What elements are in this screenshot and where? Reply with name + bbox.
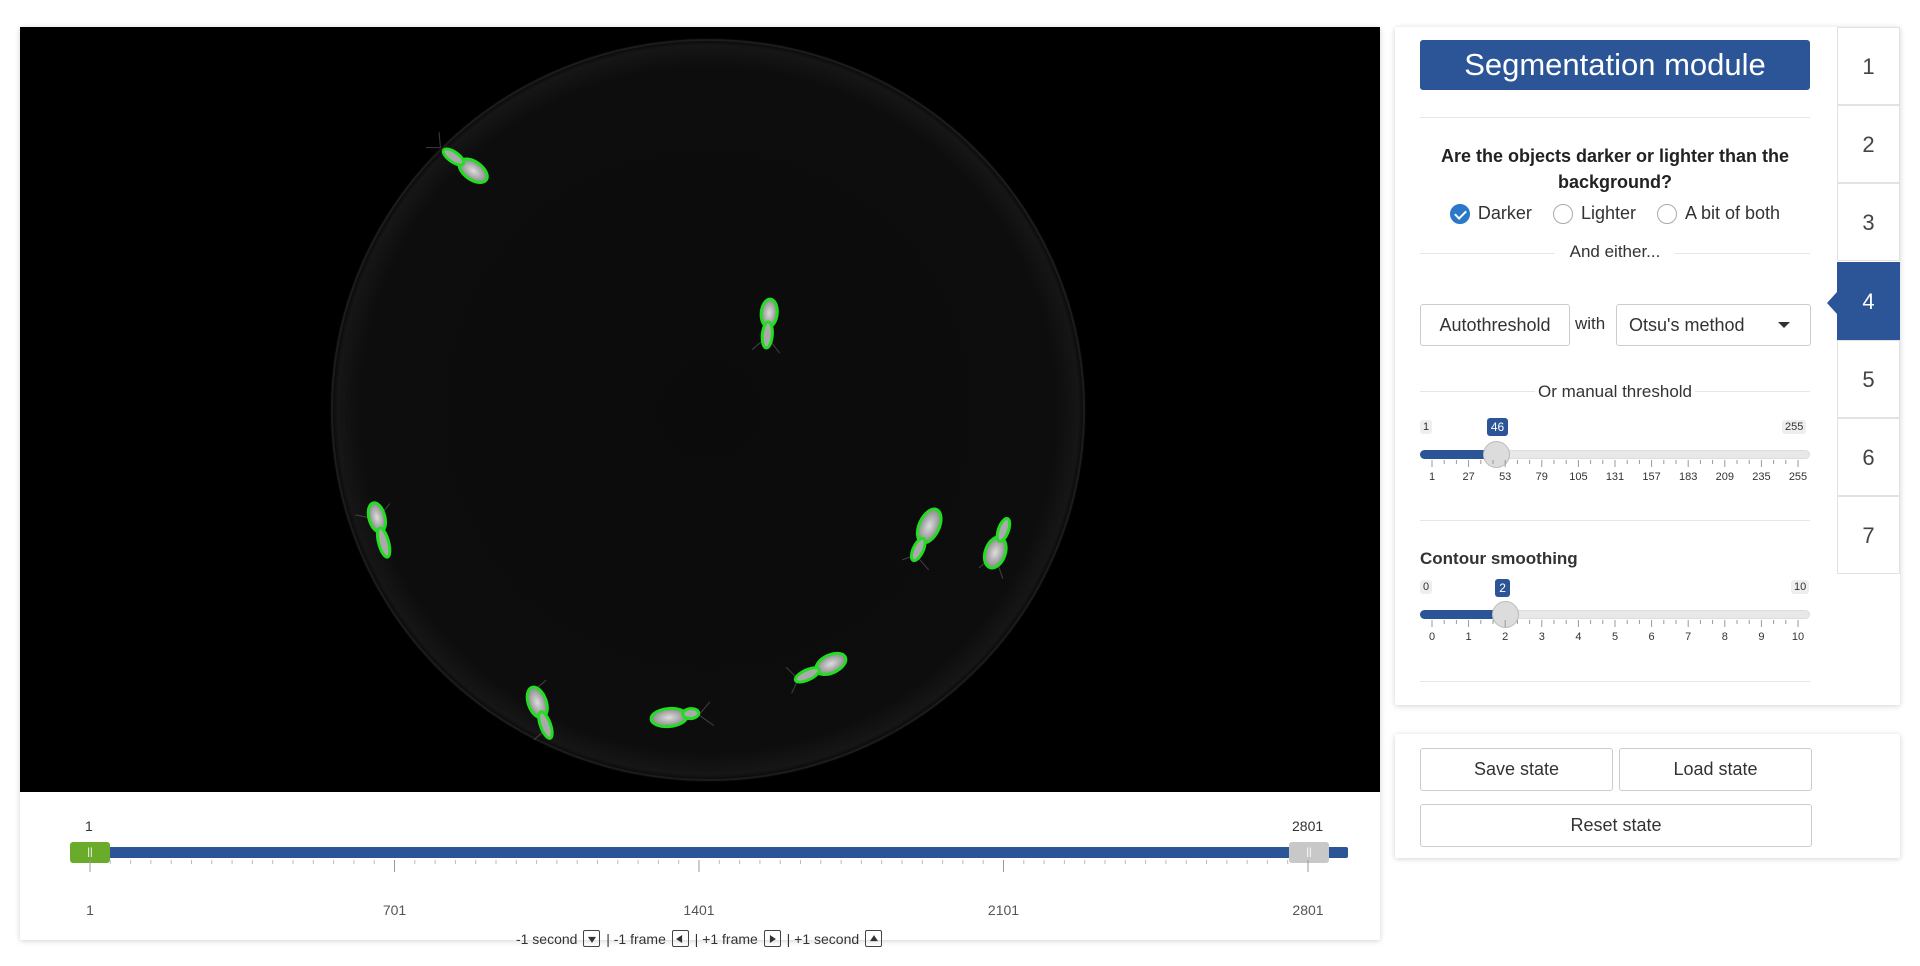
slider-tick-label: 183 bbox=[1679, 471, 1698, 483]
slider-max: 10 bbox=[1791, 580, 1810, 594]
timeline-tick-label: 1 bbox=[86, 902, 94, 918]
step-tab-3[interactable]: 3 bbox=[1837, 183, 1900, 261]
timeline-ticks bbox=[89, 860, 1309, 872]
divider bbox=[1420, 520, 1810, 521]
radio-circle-icon[interactable] bbox=[1657, 204, 1677, 224]
state-panel: Save state Load state Reset state bbox=[1395, 734, 1900, 858]
separator: | bbox=[606, 931, 610, 947]
with-label: with bbox=[1575, 314, 1606, 333]
radio-label: Darker bbox=[1477, 203, 1532, 223]
plus-frame-label: +1 frame bbox=[702, 931, 758, 947]
step-tab-5[interactable]: 5 bbox=[1837, 340, 1900, 418]
radio-label: A bit of both bbox=[1685, 203, 1781, 223]
slider-tick-label: 1 bbox=[1465, 631, 1472, 643]
step-tab-2[interactable]: 2 bbox=[1837, 105, 1900, 183]
slider-ticks bbox=[1431, 460, 1799, 467]
video-panel: 1 2801 || || 1 701 1401 2101 2801 -1 sec… bbox=[20, 27, 1380, 947]
checkmark-icon[interactable] bbox=[1449, 204, 1470, 224]
timeline-start-value: 1 bbox=[85, 818, 93, 834]
slider-tick-label: 105 bbox=[1569, 471, 1588, 483]
slider-tick-label: 10 bbox=[1791, 631, 1805, 643]
autothreshold-button[interactable]: Autothreshold bbox=[1420, 304, 1570, 346]
slider-tick-label: 235 bbox=[1752, 471, 1771, 483]
step-tab-7[interactable]: 7 bbox=[1837, 496, 1900, 574]
minus-frame-label: -1 frame bbox=[613, 931, 666, 947]
arrow-down-key-icon[interactable] bbox=[583, 930, 601, 947]
slider-tick-label: 255 bbox=[1788, 471, 1808, 483]
slider-tick-label: 79 bbox=[1535, 471, 1548, 483]
slider-tick-label: 4 bbox=[1575, 631, 1582, 643]
manual-threshold-label: Or manual threshold bbox=[1535, 382, 1695, 402]
timeline-tick-label: 2101 bbox=[987, 902, 1020, 918]
separator: | bbox=[694, 931, 699, 947]
radio-lighter[interactable]: Lighter bbox=[1552, 203, 1636, 224]
contour-smoothing-label: Contour smoothing bbox=[1420, 549, 1578, 568]
divider bbox=[1420, 117, 1810, 118]
slider-tick-label: 9 bbox=[1758, 631, 1765, 643]
separator: | bbox=[786, 931, 791, 947]
radio-label: Lighter bbox=[1580, 203, 1636, 223]
slider-tick-label: 6 bbox=[1648, 631, 1655, 643]
slider-tick-label: 8 bbox=[1721, 631, 1728, 643]
slider-tick-label: 5 bbox=[1611, 631, 1619, 643]
slider-tick-label: 2 bbox=[1502, 631, 1509, 643]
arrow-right-key-icon[interactable] bbox=[763, 930, 781, 947]
select-value: Otsu's method bbox=[1629, 315, 1745, 335]
module-title: Segmentation module bbox=[1420, 40, 1810, 90]
slider-min: 0 bbox=[1420, 580, 1433, 594]
slider-tick-label: 209 bbox=[1715, 471, 1734, 483]
radio-darker[interactable]: Darker bbox=[1449, 203, 1532, 224]
minus-second-label: -1 second bbox=[515, 931, 578, 947]
caret-down-icon bbox=[1778, 322, 1790, 328]
slider-ticks bbox=[1431, 620, 1799, 627]
slider-tick-label: 157 bbox=[1642, 471, 1661, 483]
save-state-button[interactable]: Save state bbox=[1420, 748, 1613, 791]
radio-circle-icon[interactable] bbox=[1552, 204, 1573, 224]
timeline-tick-label: 701 bbox=[382, 902, 407, 918]
slider-tick-label: 7 bbox=[1685, 631, 1692, 643]
slider-value: 2 bbox=[1495, 579, 1510, 597]
threshold-method-select[interactable]: Otsu's method bbox=[1616, 304, 1811, 346]
slider-tick-label: 1 bbox=[1428, 471, 1436, 483]
step-tab-1[interactable]: 1 bbox=[1837, 27, 1900, 105]
slider-min: 1 bbox=[1420, 420, 1433, 434]
slider-tick-label: 53 bbox=[1499, 471, 1512, 483]
load-state-button[interactable]: Load state bbox=[1619, 748, 1812, 791]
frame-timeline: 1 2801 || || 1 701 1401 2101 2801 -1 sec… bbox=[20, 792, 1380, 947]
segmentation-panel: Segmentation module Are the objects dark… bbox=[1395, 27, 1900, 705]
arrow-left-key-icon[interactable] bbox=[671, 930, 689, 947]
slider-tick-label: 131 bbox=[1605, 471, 1625, 483]
step-tab-4[interactable]: 4 bbox=[1837, 262, 1900, 340]
and-either-label: And either... bbox=[1555, 242, 1675, 262]
slider-value: 46 bbox=[1486, 418, 1509, 436]
video-image bbox=[330, 38, 1086, 782]
slider-tick-label: 3 bbox=[1538, 631, 1545, 643]
reset-state-button[interactable]: Reset state bbox=[1420, 804, 1812, 847]
darker-lighter-question: Are the objects darker or lighter than t… bbox=[1440, 146, 1790, 192]
slider-tick-label: 27 bbox=[1462, 471, 1475, 483]
active-step-arrow-icon bbox=[1827, 292, 1837, 314]
plus-second-label: +1 second bbox=[794, 931, 860, 947]
slider-max: 255 bbox=[1782, 420, 1807, 434]
timeline-tick-label: 2801 bbox=[1292, 902, 1324, 918]
radio-both[interactable]: A bit of both bbox=[1657, 203, 1780, 224]
timeline-end-value: 2801 bbox=[1292, 818, 1324, 834]
step-tab-6[interactable]: 6 bbox=[1837, 418, 1900, 496]
arrow-up-key-icon[interactable] bbox=[865, 930, 883, 947]
frame-navigation: -1 second | -1 frame | +1 frame | +1 sec… bbox=[20, 930, 1380, 947]
divider bbox=[1420, 681, 1810, 682]
slider-tick-label: 0 bbox=[1428, 631, 1436, 643]
video-frame[interactable] bbox=[20, 27, 1380, 792]
timeline-track[interactable] bbox=[90, 847, 1348, 858]
timeline-tick-label: 1401 bbox=[683, 902, 715, 918]
contrast-radio-group: Darker Lighter A bit of both bbox=[1420, 203, 1810, 224]
